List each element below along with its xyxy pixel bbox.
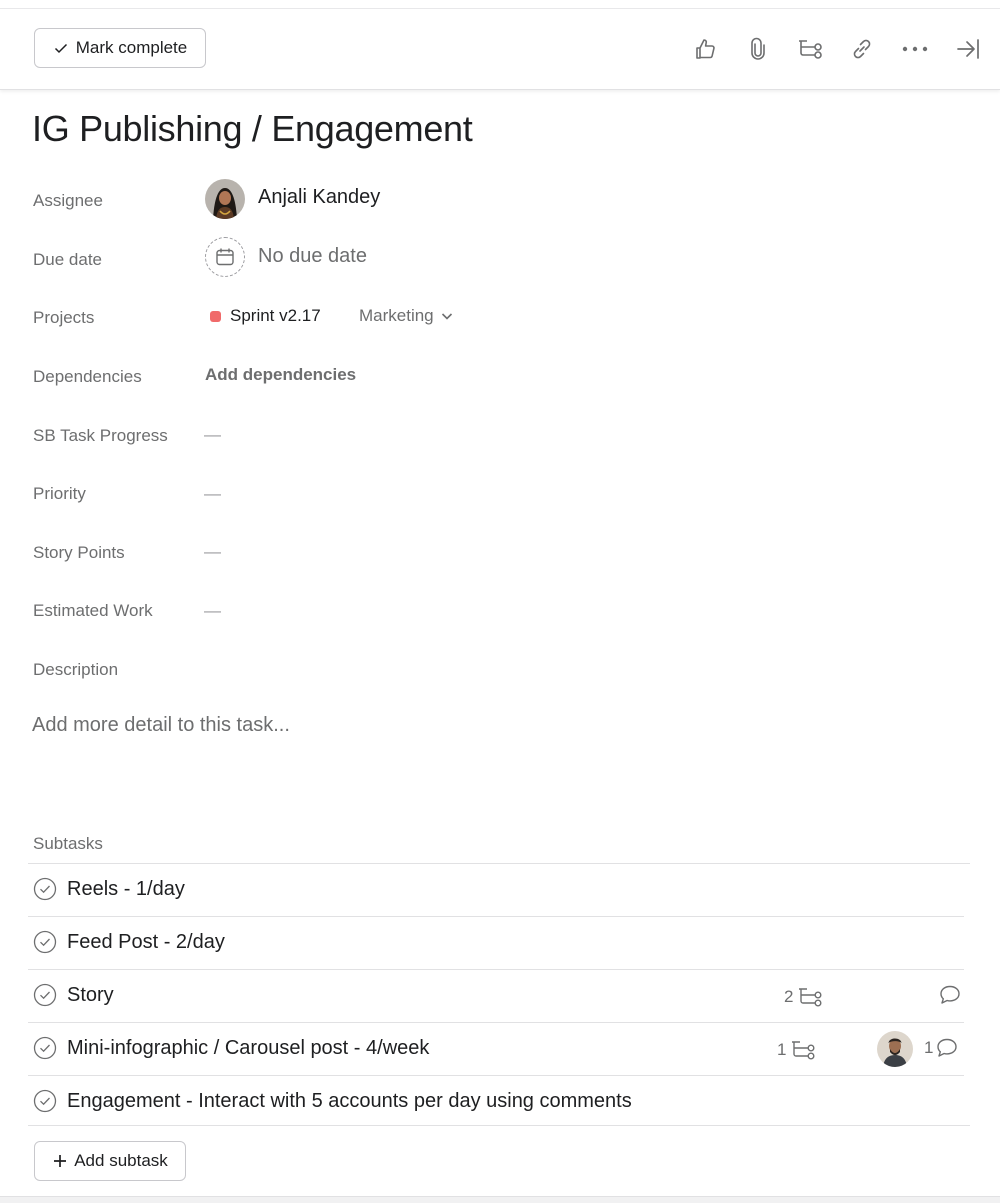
estimated-work-label: Estimated Work <box>33 601 153 620</box>
subtask-name[interactable]: Story <box>67 984 114 1007</box>
close-pane-icon[interactable] <box>953 34 983 64</box>
comment-count: 1 <box>924 1038 934 1057</box>
task-title[interactable]: IG Publishing / Engagement <box>32 108 473 150</box>
add-dependencies-button[interactable]: Add dependencies <box>205 365 356 385</box>
subtasks-header: Subtasks <box>28 832 970 864</box>
sb-task-progress-label: SB Task Progress <box>33 426 168 445</box>
comment-icon <box>937 1038 958 1057</box>
assignee-label: Assignee <box>33 191 103 210</box>
plus-icon <box>54 1155 67 1167</box>
comment-icon <box>940 985 960 1004</box>
subtasks-heading: Subtasks <box>33 834 103 853</box>
comment-button[interactable]: 1 <box>924 1036 959 1060</box>
subtask-row[interactable]: Feed Post - 2/day <box>28 917 964 970</box>
priority-value[interactable]: — <box>204 484 221 504</box>
subtask-count-value: 1 <box>777 1040 787 1059</box>
paperclip-icon[interactable] <box>743 34 773 64</box>
subtask-name[interactable]: Feed Post - 2/day <box>67 931 225 954</box>
complete-check-icon[interactable] <box>33 1036 57 1060</box>
assignee-avatar[interactable] <box>877 1031 913 1067</box>
mark-complete-button[interactable]: Mark complete <box>34 28 206 68</box>
story-points-label: Story Points <box>33 543 125 562</box>
project-color-swatch <box>210 311 221 322</box>
estimated-work-value[interactable]: — <box>204 601 221 621</box>
subtask-count[interactable]: 1 <box>777 1039 816 1061</box>
subtask-row[interactable]: Reels - 1/day <box>28 864 964 917</box>
project-section-label: Marketing <box>359 306 434 325</box>
link-icon[interactable] <box>847 34 877 64</box>
window-top-edge <box>0 0 1000 9</box>
add-subtask-label: Add subtask <box>74 1151 168 1170</box>
subtask-icon <box>799 988 822 1007</box>
complete-check-icon[interactable] <box>33 877 57 901</box>
avatar[interactable] <box>205 179 245 219</box>
chevron-down-icon <box>441 313 452 320</box>
complete-check-icon[interactable] <box>33 930 57 954</box>
subtask-name[interactable]: Mini-infographic / Carousel post - 4/wee… <box>67 1037 429 1060</box>
subtask-icon <box>792 1041 815 1060</box>
complete-check-icon[interactable] <box>33 1089 57 1113</box>
project-section-dropdown[interactable]: Marketing <box>359 306 454 326</box>
dependencies-label: Dependencies <box>33 367 142 386</box>
complete-check-icon[interactable] <box>33 983 57 1007</box>
add-subtask-button[interactable]: Add subtask <box>34 1141 186 1181</box>
checkmark-icon <box>54 43 67 54</box>
assignee-name[interactable]: Anjali Kandey <box>258 186 380 209</box>
mark-complete-label: Mark complete <box>75 38 188 57</box>
subtask-row[interactable]: Story 2 <box>28 970 964 1023</box>
description-field[interactable]: Add more detail to this task... <box>32 714 290 737</box>
comment-button[interactable] <box>938 983 962 1007</box>
subtask-name[interactable]: Reels - 1/day <box>67 878 185 901</box>
due-date-label: Due date <box>33 250 102 269</box>
calendar-icon[interactable] <box>205 237 245 277</box>
projects-label: Projects <box>33 308 95 327</box>
description-label: Description <box>33 660 119 679</box>
project-name[interactable]: Sprint v2.17 <box>230 306 321 326</box>
story-points-value[interactable]: — <box>204 542 221 562</box>
subtask-row[interactable]: Engagement - Interact with 5 accounts pe… <box>28 1076 970 1126</box>
subtask-row[interactable]: Mini-infographic / Carousel post - 4/wee… <box>28 1023 964 1076</box>
subtask-count[interactable]: 2 <box>784 986 823 1008</box>
thumbs-up-icon[interactable] <box>690 34 720 64</box>
task-toolbar: Mark complete <box>0 9 1000 90</box>
due-date-value[interactable]: No due date <box>258 245 367 268</box>
priority-label: Priority <box>33 484 86 503</box>
more-icon[interactable] <box>900 34 930 64</box>
subtask-count-value: 2 <box>784 987 794 1006</box>
subtask-name[interactable]: Engagement - Interact with 5 accounts pe… <box>67 1090 632 1113</box>
sb-task-progress-value[interactable]: — <box>204 425 221 445</box>
subtask-icon[interactable] <box>795 34 825 64</box>
